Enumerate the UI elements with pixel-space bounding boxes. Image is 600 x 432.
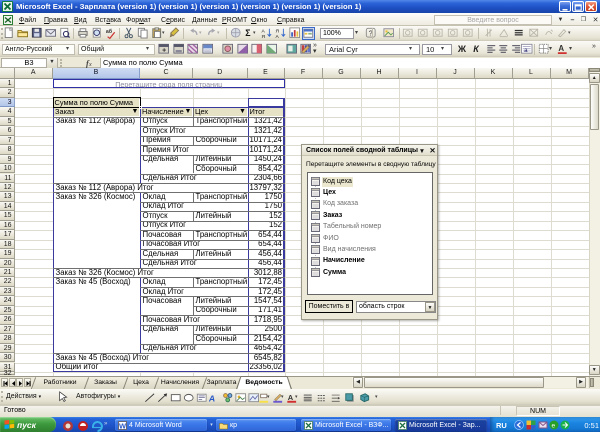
svg-text:Я: Я bbox=[275, 28, 279, 34]
svg-text:Σ: Σ bbox=[245, 28, 251, 38]
svg-text:А: А bbox=[275, 34, 279, 40]
svg-text:аб: аб bbox=[106, 28, 113, 35]
svg-text:e: e bbox=[552, 423, 556, 430]
svg-text:a: a bbox=[524, 47, 528, 54]
svg-text:А: А bbox=[209, 393, 217, 403]
svg-text:W: W bbox=[119, 421, 127, 430]
svg-text:А: А bbox=[558, 44, 564, 53]
svg-text:А: А bbox=[288, 392, 294, 401]
svg-text:Я: Я bbox=[261, 34, 265, 40]
svg-text:А: А bbox=[261, 28, 265, 34]
